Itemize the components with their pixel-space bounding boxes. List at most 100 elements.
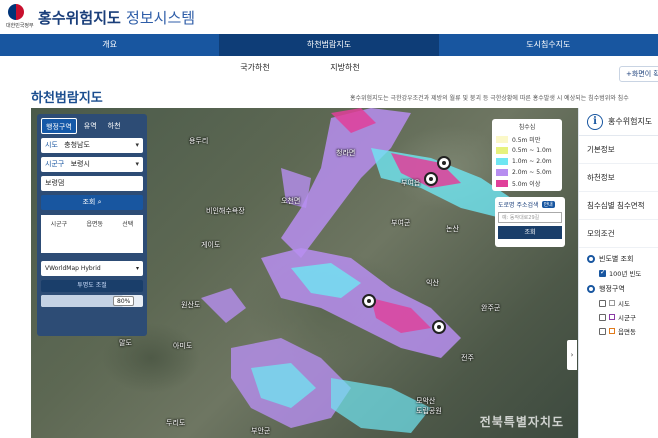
legend-swatch [496,136,508,143]
layer-color-swatch [609,314,615,320]
sido-label: 시도 [45,141,58,149]
legend-swatch [496,169,508,176]
nav-urban-flood-map[interactable]: 도시침수지도 [439,34,658,56]
sigungu-value: 보령시 [70,160,90,168]
address-search-label: 도로명 주소검색 [498,202,539,209]
panel-toggle-chevron-right-icon[interactable]: › [567,340,577,370]
query-button[interactable]: 조회 ⌕ [41,195,143,210]
legend-swatch [496,158,508,165]
opacity-value[interactable]: 80% [113,296,135,306]
subnav-national-river[interactable]: 국가하천 [240,60,269,76]
admin-layer-checkbox[interactable]: 시군구 [587,312,658,322]
legend-row: 0.5m 미만 [496,134,558,145]
search-tabs: 행정구역 유역 하천 [41,118,143,134]
guide-badge[interactable]: 안내 [541,201,555,208]
map-place-label: 완주군 [481,304,501,312]
nav-river-flood-map[interactable]: 하천범람지도 [219,34,439,56]
frequency-section: 빈도별 조회 100년 빈도 [579,254,658,278]
government-logo[interactable]: 대한민국정부 [6,4,34,30]
sub-nav: 국가하천 지방하천 [210,60,390,76]
layer-color-swatch [609,300,615,306]
sigungu-label: 시군구 [45,160,65,168]
legend-swatch [496,147,508,154]
column-header-eupmyeondong: 읍면동 [86,221,104,228]
frequency-title: 빈도별 조회 [587,254,658,264]
station-marker-icon[interactable] [437,156,451,170]
address-search-button[interactable]: 조회 [498,226,562,239]
map-place-label: 부안군 [251,427,271,435]
info-panel: i 홍수위험지도 기본정보 하천정보 침수심별 침수면적 모의조건 빈도별 조회… [578,108,658,438]
info-flood-area[interactable]: 침수심별 침수면적 [579,192,658,220]
radio-icon[interactable] [587,285,595,293]
map-place-label: 도립공원 [416,407,442,415]
info-river[interactable]: 하천정보 [579,164,658,192]
site-header: 대한민국정부 홍수위험지도 정보시스템 [0,0,658,34]
taegeuk-emblem-icon [8,4,24,20]
nav-overview[interactable]: 개요 [0,34,219,56]
map-place-label: 원산도 [181,301,201,309]
checkbox-checked-icon [599,268,606,277]
chevron-down-icon: ▾ [135,141,139,149]
map-watermark: 전북특별자치도 [479,415,564,429]
address-search-title: 도로명 주소검색 안내 [498,200,562,209]
station-marker-icon[interactable] [432,320,446,334]
info-icon: i [587,113,603,130]
sido-select[interactable]: 시도 충청남도 ▾ [41,138,143,153]
search-icon: ⌕ [97,198,102,206]
map-place-label: 용두리 [189,137,209,145]
info-panel-header: i 홍수위험지도 [579,108,658,136]
result-table: 시군구 읍면동 선택 [41,215,143,253]
frequency-100yr-label: 100년 빈도 [609,270,642,278]
sido-value: 충청남도 [64,141,90,149]
subnav-local-river[interactable]: 지방하천 [330,60,359,76]
map-place-label: 비인해수욕장 [206,207,245,215]
admin-layer-checkbox[interactable]: 읍면동 [587,326,658,336]
site-title-sub: 정보시스템 [126,9,196,27]
admin-label: 행정구역 [599,285,625,293]
map-place-label: 부여읍 [401,179,421,187]
opacity-slider[interactable]: 80% [41,295,143,307]
map-place-label: 익산 [426,279,439,287]
legend-row: 2.0m ~ 5.0m [496,167,558,178]
map-place-label: 청라면 [336,149,356,157]
info-simulation[interactable]: 모의조건 [579,220,658,248]
opacity-control: 투명도 조절 80% [41,280,143,307]
tab-river[interactable]: 하천 [104,118,125,134]
admin-layer-checkbox[interactable]: 시도 [587,298,658,308]
map-place-label: 부여군 [391,219,411,227]
address-input[interactable]: 예: 동작대로29길 [498,212,562,223]
map-place-label: 아미도 [173,342,193,350]
search-input[interactable]: 보령댐 [41,176,143,191]
legend-row: 0.5m ~ 1.0m [496,145,558,156]
map-place-label: 두리도 [166,419,186,427]
opacity-title: 투명도 조절 [41,280,143,292]
address-search-box: 도로명 주소검색 안내 예: 동작대로29길 조회 [495,197,565,247]
legend-swatch [496,180,508,187]
frequency-100yr-checkbox[interactable]: 100년 빈도 [587,268,658,278]
chevron-down-icon: ▾ [135,265,139,272]
tab-basin[interactable]: 유역 [80,118,101,134]
search-panel: 행정구역 유역 하천 시도 충청남도 ▾ 시군구 보령시 ▾ 보령댐 조회 ⌕ … [37,114,147,336]
site-title[interactable]: 홍수위험지도 정보시스템 [38,7,195,28]
legend-row: 5.0m 이상 [496,178,558,189]
admin-layer-label: 시군구 [618,314,636,322]
sigungu-select[interactable]: 시군구 보령시 ▾ [41,157,143,172]
legend-label: 2.0m ~ 5.0m [512,169,552,176]
site-title-main: 홍수위험지도 [38,9,121,27]
admin-layer-label: 읍면동 [618,328,636,336]
chevron-down-icon: ▾ [135,160,139,168]
station-marker-icon[interactable] [362,294,376,308]
fullscreen-button[interactable]: +화면이 확대 [619,66,658,82]
info-basic[interactable]: 기본정보 [579,136,658,164]
admin-title: 행정구역 [587,284,658,294]
tab-admin-district[interactable]: 행정구역 [41,118,77,134]
map-place-label: 오천면 [281,197,301,205]
page-title: 하천범람지도 [31,91,103,106]
query-label: 조회 [82,198,96,206]
station-marker-icon[interactable] [424,172,438,186]
radio-icon[interactable] [587,255,595,263]
legend-title: 침수심 [518,124,536,131]
basemap-select[interactable]: VWorldMap Hybrid ▾ [41,261,143,276]
map-place-label: 전주 [461,354,474,362]
admin-section: 행정구역 시도시군구읍면동 [579,284,658,336]
